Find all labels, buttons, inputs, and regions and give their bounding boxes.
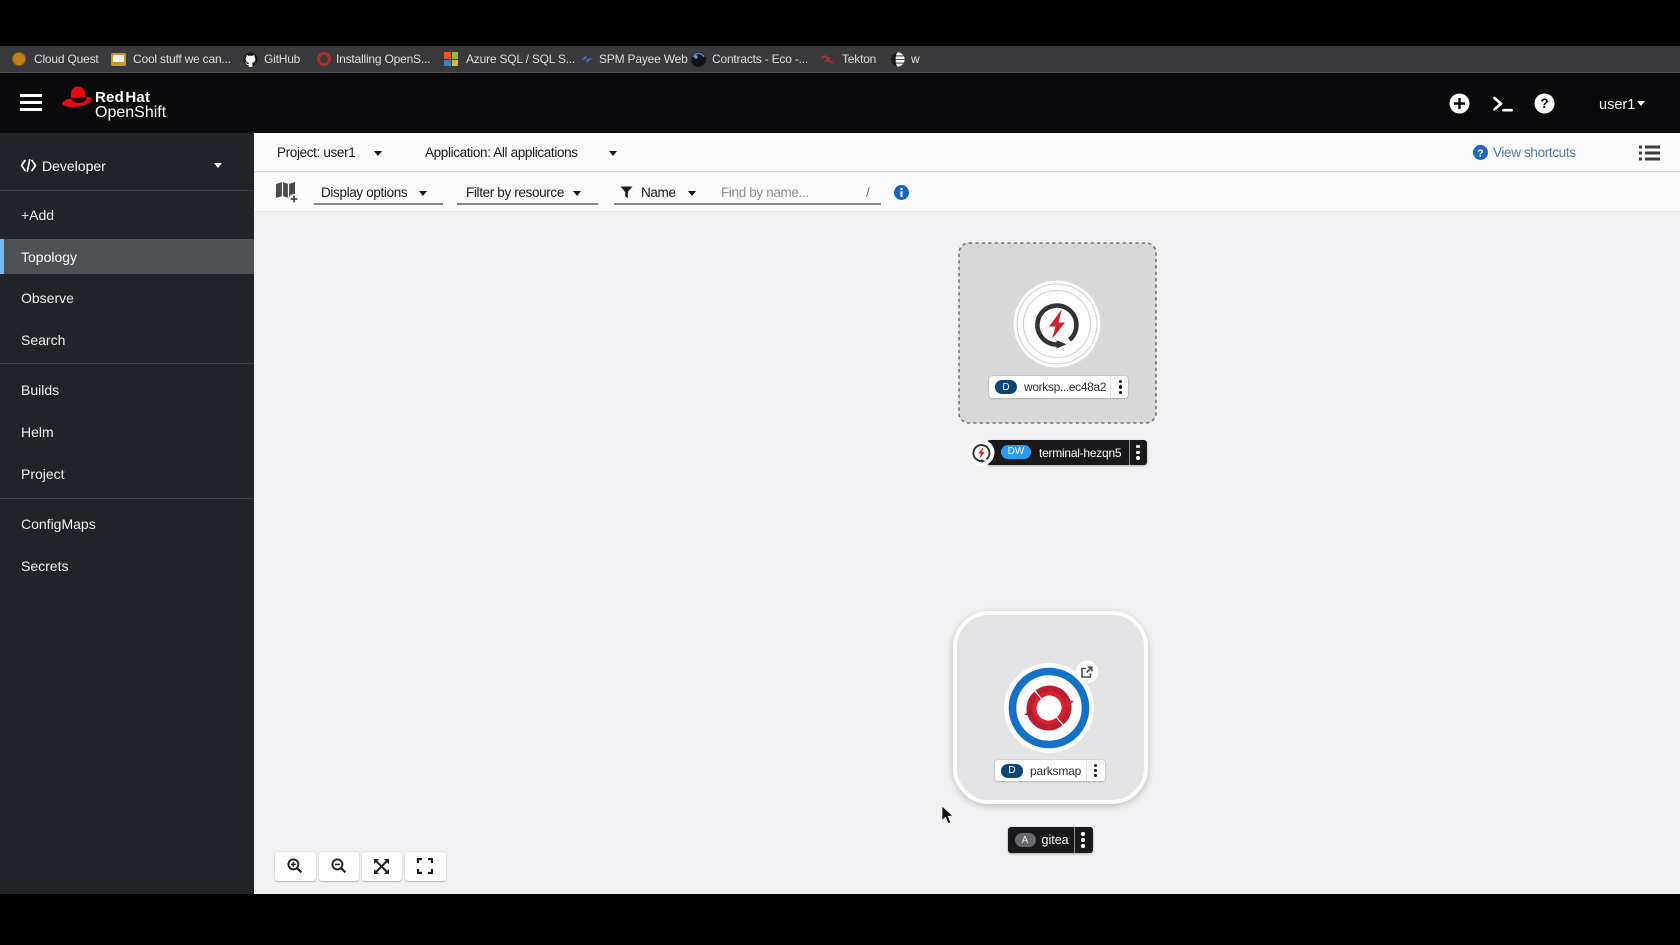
svg-text:?: ? (1477, 147, 1483, 159)
svg-text:?: ? (1540, 96, 1548, 111)
